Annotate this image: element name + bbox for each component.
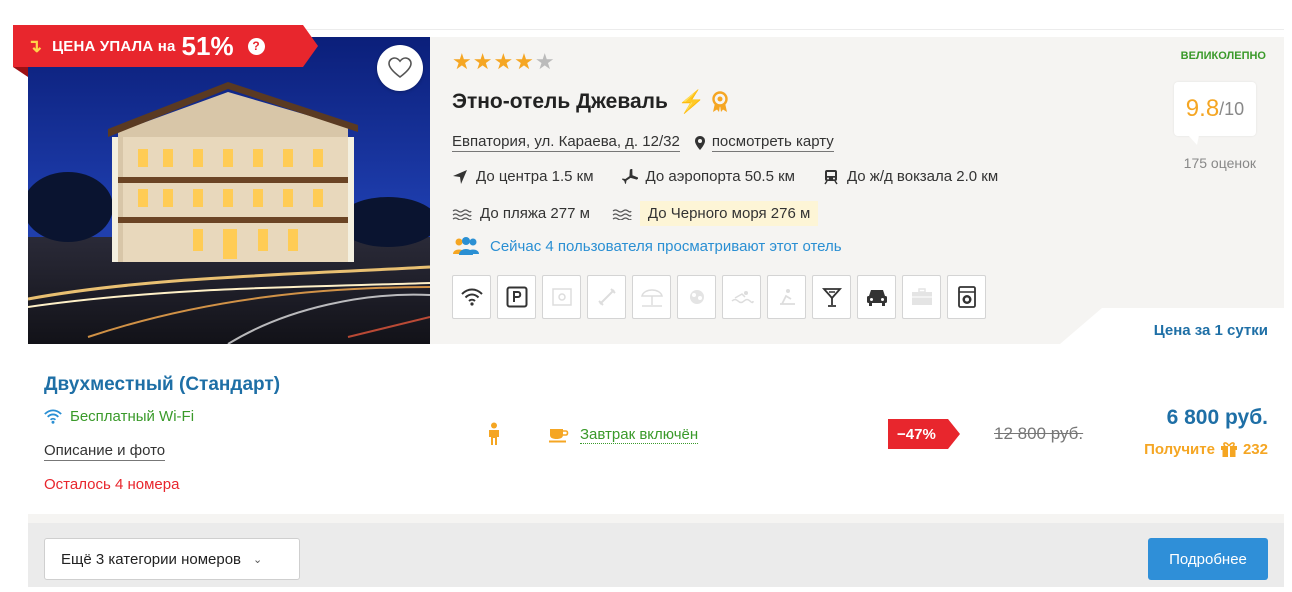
hotel-photo-image <box>28 37 430 344</box>
old-price: 12 800 руб. <box>994 424 1084 443</box>
reviews-count[interactable]: 175 оценок <box>1184 155 1256 171</box>
bonus-info[interactable]: Получите 232 <box>1144 440 1268 458</box>
lightning-icon: ⚡ <box>677 89 706 114</box>
distance-airport-label: До аэропорта 50.5 км <box>645 168 795 185</box>
more-room-categories-dropdown[interactable]: Ещё 3 категории номеров ⌄ <box>44 538 300 580</box>
breakfast-included[interactable]: Завтрак включён <box>548 426 699 444</box>
heart-icon <box>388 57 412 79</box>
rating-word: ВЕЛИКОЛЕПНО <box>1180 50 1266 62</box>
show-map-link[interactable]: посмотреть карту <box>694 133 834 152</box>
bar-icon[interactable] <box>812 275 851 319</box>
free-wifi-feature: Бесплатный Wi-Fi <box>44 408 194 425</box>
wifi-icon[interactable] <box>452 275 491 319</box>
discount-badge: −47% <box>888 419 960 449</box>
distance-beach-label: До пляжа 277 м <box>480 205 590 222</box>
rating-value: 9.8 <box>1185 95 1220 122</box>
wifi-icon <box>44 409 62 424</box>
hotel-address: Евпатория, ул. Караева, д. 12/32 посмотр… <box>452 133 834 152</box>
distance-sea-label: До Черного моря 276 м <box>639 201 819 226</box>
distance-center: До центра 1.5 км <box>452 168 594 185</box>
details-button[interactable]: Подробнее <box>1148 538 1268 580</box>
waves-icon <box>452 208 472 220</box>
price-drop-ribbon: ↴ ЦЕНА УПАЛА на 51% ? <box>13 25 328 77</box>
viewers-notice: Сейчас 4 пользователя просматривают этот… <box>452 236 842 256</box>
bonus-value: 232 <box>1242 440 1268 458</box>
arrow-down-icon: ↴ <box>27 35 43 56</box>
more-room-categories-label[interactable]: Ещё 3 категории номеров <box>61 551 241 568</box>
description-photos-label[interactable]: Описание и фото <box>44 442 166 461</box>
distance-beach: До пляжа 277 м <box>452 201 590 226</box>
price-drop-label: ЦЕНА УПАЛА на <box>52 37 176 55</box>
train-icon <box>824 169 838 184</box>
rating-max: /10 <box>1219 98 1245 119</box>
hotel-name-text[interactable]: Этно-отель Джеваль <box>452 90 668 114</box>
amenities-list <box>452 275 992 319</box>
map-pin-icon <box>694 135 705 150</box>
current-price[interactable]: 6 800 руб. <box>1167 406 1268 430</box>
beach-umbrella-icon[interactable] <box>632 275 671 319</box>
sauna-icon[interactable] <box>767 275 806 319</box>
pool-icon[interactable] <box>722 275 761 319</box>
bonus-label: Получите <box>1144 440 1215 458</box>
coffee-cup-icon <box>549 429 569 443</box>
guest-icon <box>487 422 501 451</box>
distance-list: До центра 1.5 км До аэропорта 50.5 км До… <box>452 168 1026 185</box>
laundry-icon[interactable] <box>947 275 986 319</box>
safe-icon[interactable] <box>542 275 581 319</box>
hotel-name[interactable]: Этно-отель Джеваль ⚡ <box>452 89 729 115</box>
taxi-icon[interactable] <box>857 275 896 319</box>
stars-filled: ★★★★ <box>452 49 535 74</box>
distance-railway-label: До ж/д вокзала 2.0 км <box>846 168 999 185</box>
rating-bubble[interactable]: 9.8/10 <box>1174 82 1256 145</box>
show-map-link-label[interactable]: посмотреть карту <box>711 133 834 152</box>
rooms-left-text: Осталось 4 номера <box>44 476 180 493</box>
breakfast-label[interactable]: Завтрак включён <box>580 426 699 444</box>
distance-railway: До ж/д вокзала 2.0 км <box>823 168 998 185</box>
help-icon[interactable]: ? <box>247 37 265 55</box>
gym-icon[interactable] <box>587 275 626 319</box>
room-title[interactable]: Двухместный (Стандарт) <box>44 374 280 396</box>
distance-water-list: До пляжа 277 м До Черного моря 276 м <box>452 201 846 226</box>
distance-sea: До Черного моря 276 м <box>612 201 819 226</box>
hotel-card: ↴ ЦЕНА УПАЛА на 51% ? ★★★★★ Этно-отель Д… <box>13 25 1284 587</box>
award-icon <box>712 91 729 112</box>
navigation-arrow-icon <box>453 169 467 184</box>
room-offer: Двухместный (Стандарт) Бесплатный Wi-Fi … <box>28 344 1284 514</box>
description-photos-link[interactable]: Описание и фото <box>44 442 166 461</box>
spa-icon[interactable] <box>677 275 716 319</box>
star-rating: ★★★★★ <box>452 49 556 75</box>
distance-airport: До аэропорта 50.5 км <box>621 168 795 185</box>
free-wifi-label: Бесплатный Wi-Fi <box>70 408 195 425</box>
price-per-night-tab: Цена за 1 сутки <box>1060 308 1284 344</box>
distance-center-label: До центра 1.5 км <box>476 168 594 185</box>
card-footer: Ещё 3 категории номеров ⌄ Подробнее <box>28 523 1284 587</box>
gift-icon <box>1220 442 1237 457</box>
stars-empty: ★ <box>534 49 556 74</box>
viewers-text: Сейчас 4 пользователя просматривают этот… <box>490 237 842 255</box>
price-drop-percent: 51% <box>181 30 234 61</box>
chevron-down-icon: ⌄ <box>253 553 263 566</box>
hotel-photo[interactable] <box>28 37 430 344</box>
parking-icon[interactable] <box>497 275 536 319</box>
favorite-button[interactable] <box>377 45 423 91</box>
waves-icon <box>612 208 632 220</box>
address-text: Евпатория, ул. Караева, д. 12/32 <box>452 133 680 152</box>
airplane-icon <box>621 168 638 184</box>
price-per-night-label: Цена за 1 сутки <box>1153 322 1268 339</box>
users-group-icon <box>453 237 479 255</box>
business-icon[interactable] <box>902 275 941 319</box>
